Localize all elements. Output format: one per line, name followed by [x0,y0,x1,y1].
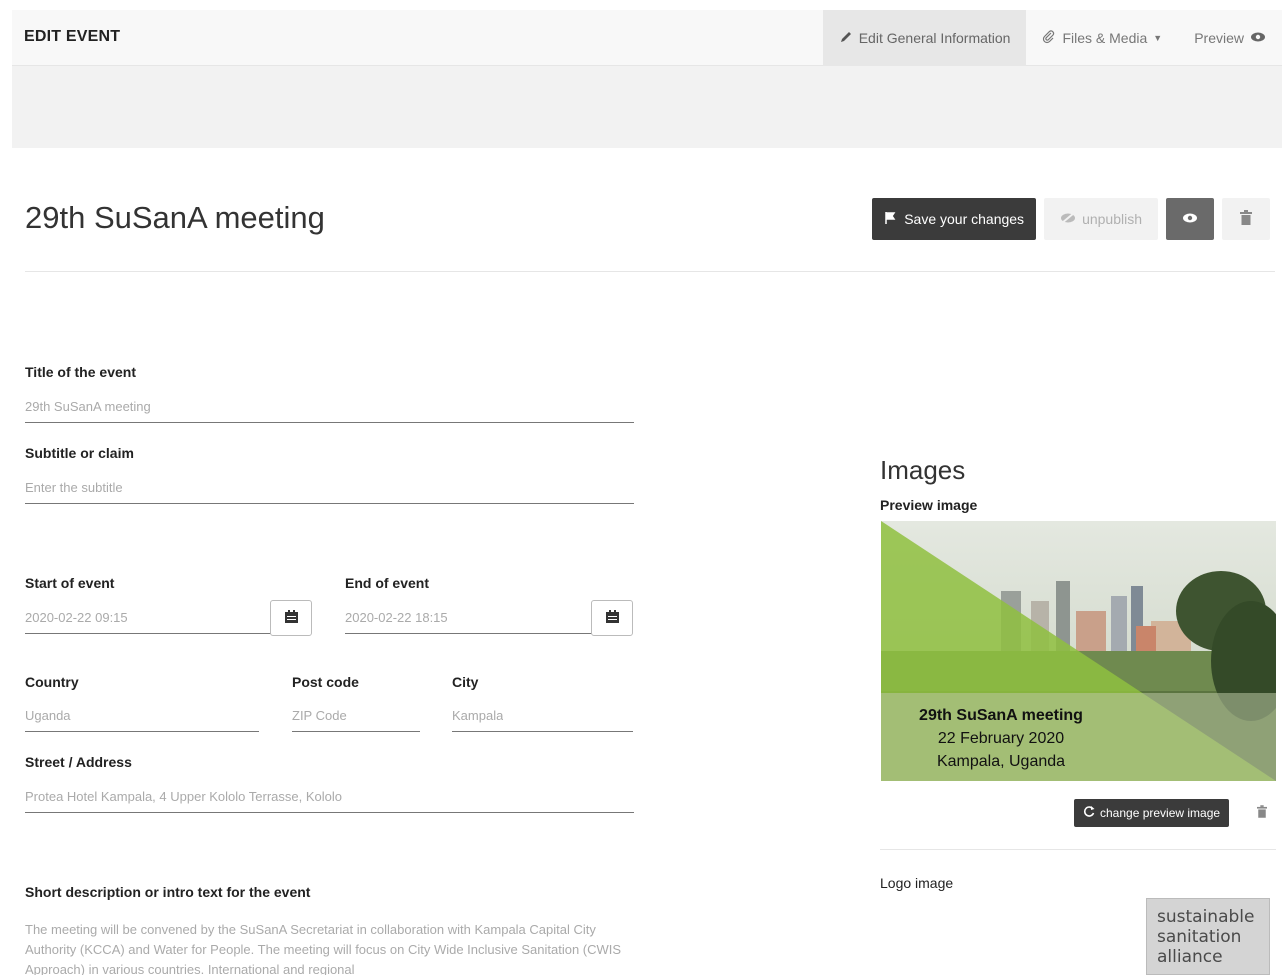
save-flag-icon [884,211,898,228]
tab-preview[interactable]: Preview [1178,10,1282,66]
top-nav: Edit General Information Files & Media ▼… [822,10,1282,66]
preview-caption-place: Kampala, Uganda [936,753,1066,770]
preview-image: 29th SuSanA meeting 22 February 2020 Kam… [881,521,1276,781]
tab-label: Edit General Information [858,30,1011,46]
preview-button[interactable] [1166,198,1214,240]
end-calendar-button[interactable] [591,600,633,636]
logo-text-line: alliance [1157,947,1223,967]
calendar-icon [284,610,298,626]
save-button[interactable]: Save your changes [872,198,1037,240]
tab-label: Files & Media [1062,30,1148,46]
description-label: Short description or intro text for the … [25,884,311,900]
city-input[interactable]: Kampala [452,700,633,732]
end-date-input[interactable]: 2020-02-22 18:15 [345,602,592,634]
logo-text-line: sanitation [1157,927,1242,947]
logo-image: sustainable sanitation alliance [1146,898,1270,975]
action-bar: Save your changes unpublish [872,198,1270,240]
logo-image-label: Logo image [880,875,954,891]
logo-text-line: sustainable [1157,907,1255,927]
section-title: EDIT EVENT [24,28,121,45]
paperclip-icon [1042,29,1056,47]
postcode-input[interactable]: ZIP Code [292,700,420,732]
eye-icon [1250,31,1266,46]
street-value: Protea Hotel Kampala, 4 Upper Kololo Ter… [25,789,342,804]
city-label: City [452,674,479,690]
city-value: Kampala [452,708,504,723]
eye-slash-icon [1060,211,1076,227]
change-preview-image-button[interactable]: change preview image [1074,799,1230,827]
postcode-placeholder: ZIP Code [292,708,347,723]
delete-preview-image-button[interactable] [1250,799,1274,827]
country-input[interactable]: Uganda [25,700,259,732]
save-label: Save your changes [904,211,1025,227]
calendar-icon [605,610,619,626]
images-heading: Images [880,455,966,485]
divider [25,271,1275,272]
refresh-icon [1083,805,1095,821]
end-value: 2020-02-22 18:15 [345,610,448,625]
trash-icon [1257,805,1267,821]
title-input[interactable]: 29th SuSanA meeting [25,391,634,423]
tab-label: Preview [1194,30,1244,46]
start-calendar-button[interactable] [270,600,312,636]
country-label: Country [25,674,79,690]
end-label: End of event [345,575,430,591]
trash-icon [1240,210,1252,228]
description-textarea[interactable]: The meeting will be convened by the SuSa… [25,920,625,975]
start-label: Start of event [25,575,115,591]
header-band [12,66,1282,148]
subtitle-placeholder: Enter the subtitle [25,480,123,495]
pencil-icon [839,30,853,47]
unpublish-label: unpublish [1082,211,1142,227]
title-value: 29th SuSanA meeting [25,399,151,414]
preview-image-label: Preview image [880,497,978,513]
subtitle-input[interactable]: Enter the subtitle [25,472,634,504]
tab-edit-general-information[interactable]: Edit General Information [822,10,1027,66]
street-label: Street / Address [25,754,132,770]
tab-files-media[interactable]: Files & Media ▼ [1026,10,1178,66]
top-nav-bar: EDIT EVENT Edit General Information File… [12,10,1282,66]
delete-button[interactable] [1222,198,1270,240]
start-value: 2020-02-22 09:15 [25,610,128,625]
postcode-label: Post code [292,674,359,690]
change-preview-label: change preview image [1100,806,1221,820]
divider [880,849,1276,850]
preview-caption-title: 29th SuSanA meeting [919,707,1083,724]
title-label: Title of the event [25,364,136,380]
unpublish-button[interactable]: unpublish [1044,198,1158,240]
eye-icon [1182,211,1198,227]
caret-down-icon: ▼ [1153,33,1163,43]
street-input[interactable]: Protea Hotel Kampala, 4 Upper Kololo Ter… [25,781,634,813]
subtitle-label: Subtitle or claim [25,445,134,461]
start-date-input[interactable]: 2020-02-22 09:15 [25,602,271,634]
preview-caption-date: 22 February 2020 [937,730,1065,747]
country-value: Uganda [25,708,71,723]
page-title: 29th SuSanA meeting [25,200,325,235]
